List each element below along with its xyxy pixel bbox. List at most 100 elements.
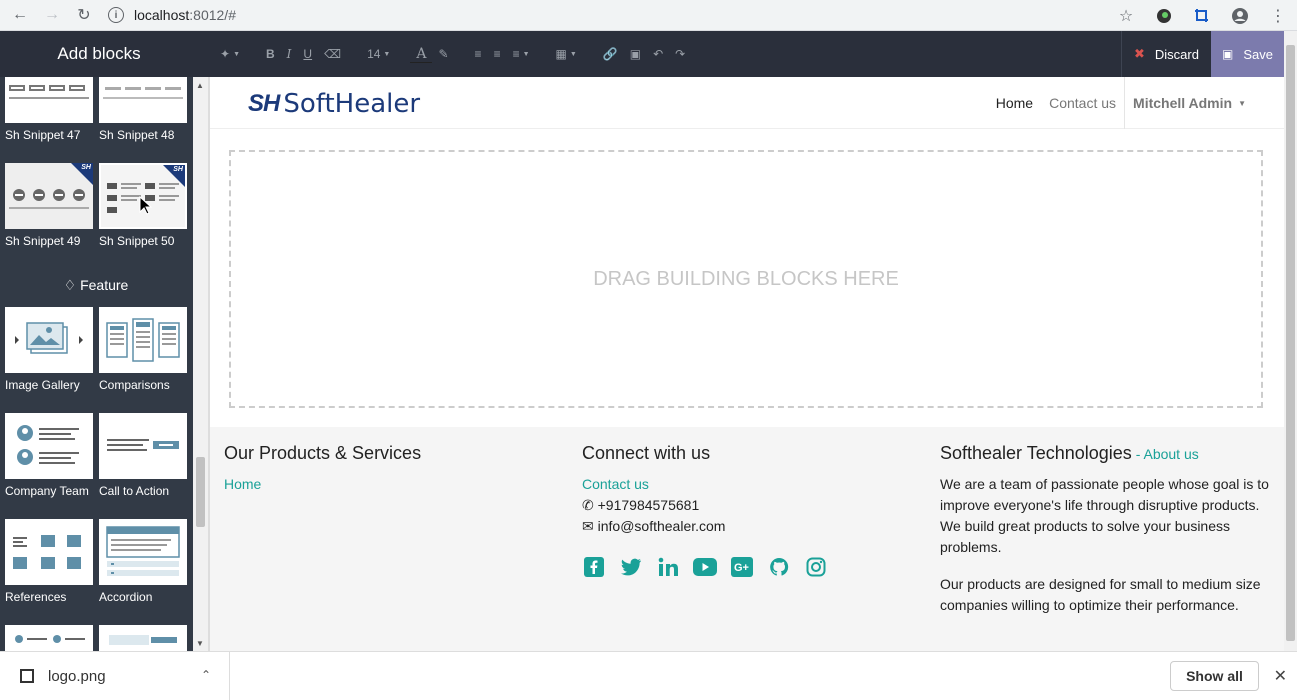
- bold-icon[interactable]: B: [260, 47, 281, 61]
- snippet-label: Comparisons: [99, 378, 170, 392]
- social-links: G+: [582, 555, 922, 579]
- snippet-label: Image Gallery: [5, 378, 80, 392]
- reload-button[interactable]: ↻: [68, 0, 100, 31]
- snippet-47[interactable]: Sh Snippet 47: [5, 77, 93, 142]
- sidebar-scrollbar[interactable]: [193, 77, 208, 651]
- url-host: localhost: [134, 7, 190, 23]
- sidebar-scroll-thumb[interactable]: [196, 457, 205, 527]
- block-next-1[interactable]: [5, 625, 93, 651]
- underline-icon[interactable]: U: [297, 47, 318, 61]
- font-color-icon[interactable]: A: [410, 46, 433, 63]
- diamond-icon: ♢: [63, 277, 77, 293]
- snippet-thumbnail: [5, 307, 93, 373]
- logo-text: SoftHealer: [283, 89, 421, 119]
- redo-icon[interactable]: ↷: [669, 47, 691, 61]
- drop-zone[interactable]: DRAG BUILDING BLOCKS HERE: [229, 150, 1263, 408]
- chevron-up-icon[interactable]: ⌃: [201, 668, 211, 682]
- user-name: Mitchell Admin: [1133, 95, 1233, 111]
- block-references[interactable]: References: [5, 519, 93, 604]
- forward-button[interactable]: →: [36, 0, 68, 31]
- block-comparisons[interactable]: Comparisons: [99, 307, 187, 392]
- facebook-icon[interactable]: [582, 555, 606, 579]
- eraser-icon[interactable]: ⌫: [318, 47, 347, 61]
- twitter-icon[interactable]: [619, 555, 643, 579]
- snippet-thumbnail: [5, 413, 93, 479]
- bullet-list-icon[interactable]: ≡: [469, 47, 488, 61]
- floppy-icon: ▣: [1222, 47, 1234, 61]
- snippet-48[interactable]: Sh Snippet 48: [99, 77, 187, 142]
- italic-icon[interactable]: I: [281, 47, 298, 61]
- save-button[interactable]: ▣ Save: [1211, 31, 1284, 77]
- snippet-list: Sh Snippet 47 Sh Snippet 48 SH Sh Snippe…: [0, 77, 192, 651]
- block-company-team[interactable]: Company Team: [5, 413, 93, 498]
- youtube-icon[interactable]: [693, 555, 717, 579]
- image-icon[interactable]: ▣: [624, 47, 647, 61]
- page-scroll-thumb[interactable]: [1286, 45, 1295, 641]
- snippet-49[interactable]: SH Sh Snippet 49: [5, 163, 93, 248]
- footer-home-link[interactable]: Home: [224, 476, 261, 492]
- crop-extension-icon[interactable]: [1183, 0, 1221, 31]
- scroll-down-icon[interactable]: ▼: [196, 639, 204, 648]
- account-icon[interactable]: [1221, 0, 1259, 31]
- block-next-2[interactable]: [99, 625, 187, 651]
- envelope-icon: ✉: [582, 518, 594, 534]
- github-icon[interactable]: [767, 555, 791, 579]
- discard-button[interactable]: ✖ Discard: [1121, 31, 1211, 77]
- address-bar[interactable]: i localhost:8012/#: [108, 7, 236, 23]
- table-icon[interactable]: ▦ ▼: [550, 47, 583, 61]
- menu-dots-icon[interactable]: ⋮: [1259, 0, 1297, 31]
- snippet-thumbnail: [5, 77, 93, 123]
- extension-icon[interactable]: [1145, 0, 1183, 31]
- align-icon[interactable]: ≡ ▼: [507, 47, 536, 61]
- block-image-gallery[interactable]: Image Gallery: [5, 307, 93, 392]
- snippet-thumbnail: [99, 77, 187, 123]
- font-size-value: 14: [367, 47, 381, 61]
- snippet-label: Sh Snippet 48: [99, 128, 175, 142]
- user-menu[interactable]: Mitchell Admin ▼: [1124, 77, 1246, 129]
- scroll-up-icon[interactable]: ▲: [196, 81, 204, 90]
- bookmark-star-icon[interactable]: ☆: [1107, 0, 1145, 31]
- block-call-to-action[interactable]: Call to Action: [99, 413, 187, 498]
- company-name: Softhealer Technologies: [940, 443, 1132, 463]
- snippet-thumbnail: [5, 625, 93, 651]
- sidebar-title: Add blocks: [0, 31, 208, 77]
- about-us-link[interactable]: About us: [1143, 446, 1198, 462]
- category-label: Feature: [80, 277, 129, 293]
- menu-home[interactable]: Home: [996, 95, 1033, 111]
- site-header: SH SoftHealer Home Contact us Mitchell A…: [210, 77, 1284, 129]
- category-feature: ♢ Feature: [0, 277, 192, 294]
- magic-wand-icon[interactable]: ✦ ▼: [214, 47, 246, 61]
- drop-zone-text: DRAG BUILDING BLOCKS HERE: [593, 267, 899, 290]
- page-scrollbar[interactable]: [1284, 31, 1297, 651]
- phone-icon: ✆: [582, 497, 594, 513]
- snippet-thumbnail: [99, 413, 187, 479]
- back-button[interactable]: ←: [4, 0, 36, 31]
- footer-products: Our Products & Services Home: [224, 443, 564, 495]
- download-item[interactable]: logo.png ⌃: [0, 652, 230, 700]
- download-bar: logo.png ⌃ Show all ✕: [0, 651, 1297, 700]
- footer-about: Softhealer Technologies - About us We ar…: [940, 443, 1270, 616]
- instagram-icon[interactable]: [804, 555, 828, 579]
- discard-label: Discard: [1154, 46, 1199, 62]
- snippet-thumbnail: SH: [5, 163, 93, 229]
- editor-toolbar: ✦ ▼ B I U ⌫ 14 ▼ A ✎ ≡ ≡ ≡ ▼ ▦ ▼ 🔗 ▣ ↶ ↷ ✖ D…: [208, 31, 1297, 77]
- close-icon[interactable]: ✕: [1274, 666, 1287, 686]
- snippet-thumbnail: [99, 519, 187, 585]
- numbered-list-icon[interactable]: ≡: [488, 47, 507, 61]
- footer-contact-link[interactable]: Contact us: [582, 476, 649, 492]
- about-paragraph-1: We are a team of passionate people whose…: [940, 476, 1269, 555]
- phone-number: +917984575681: [597, 497, 700, 513]
- info-icon[interactable]: i: [108, 7, 124, 23]
- link-icon[interactable]: 🔗: [597, 47, 624, 61]
- google-plus-icon[interactable]: G+: [730, 555, 754, 579]
- add-blocks-sidebar: Add blocks Sh Snippet 47 Sh Snippet 48 S…: [0, 31, 208, 651]
- show-all-button[interactable]: Show all: [1170, 661, 1259, 691]
- linkedin-icon[interactable]: [656, 555, 680, 579]
- block-accordion[interactable]: Accordion: [99, 519, 187, 604]
- font-size-select[interactable]: 14 ▼: [361, 47, 396, 61]
- undo-icon[interactable]: ↶: [647, 47, 669, 61]
- site-logo[interactable]: SH SoftHealer: [248, 89, 420, 119]
- paint-brush-icon[interactable]: ✎: [432, 47, 454, 61]
- mouse-cursor-icon: [139, 196, 153, 215]
- menu-contact[interactable]: Contact us: [1049, 95, 1116, 111]
